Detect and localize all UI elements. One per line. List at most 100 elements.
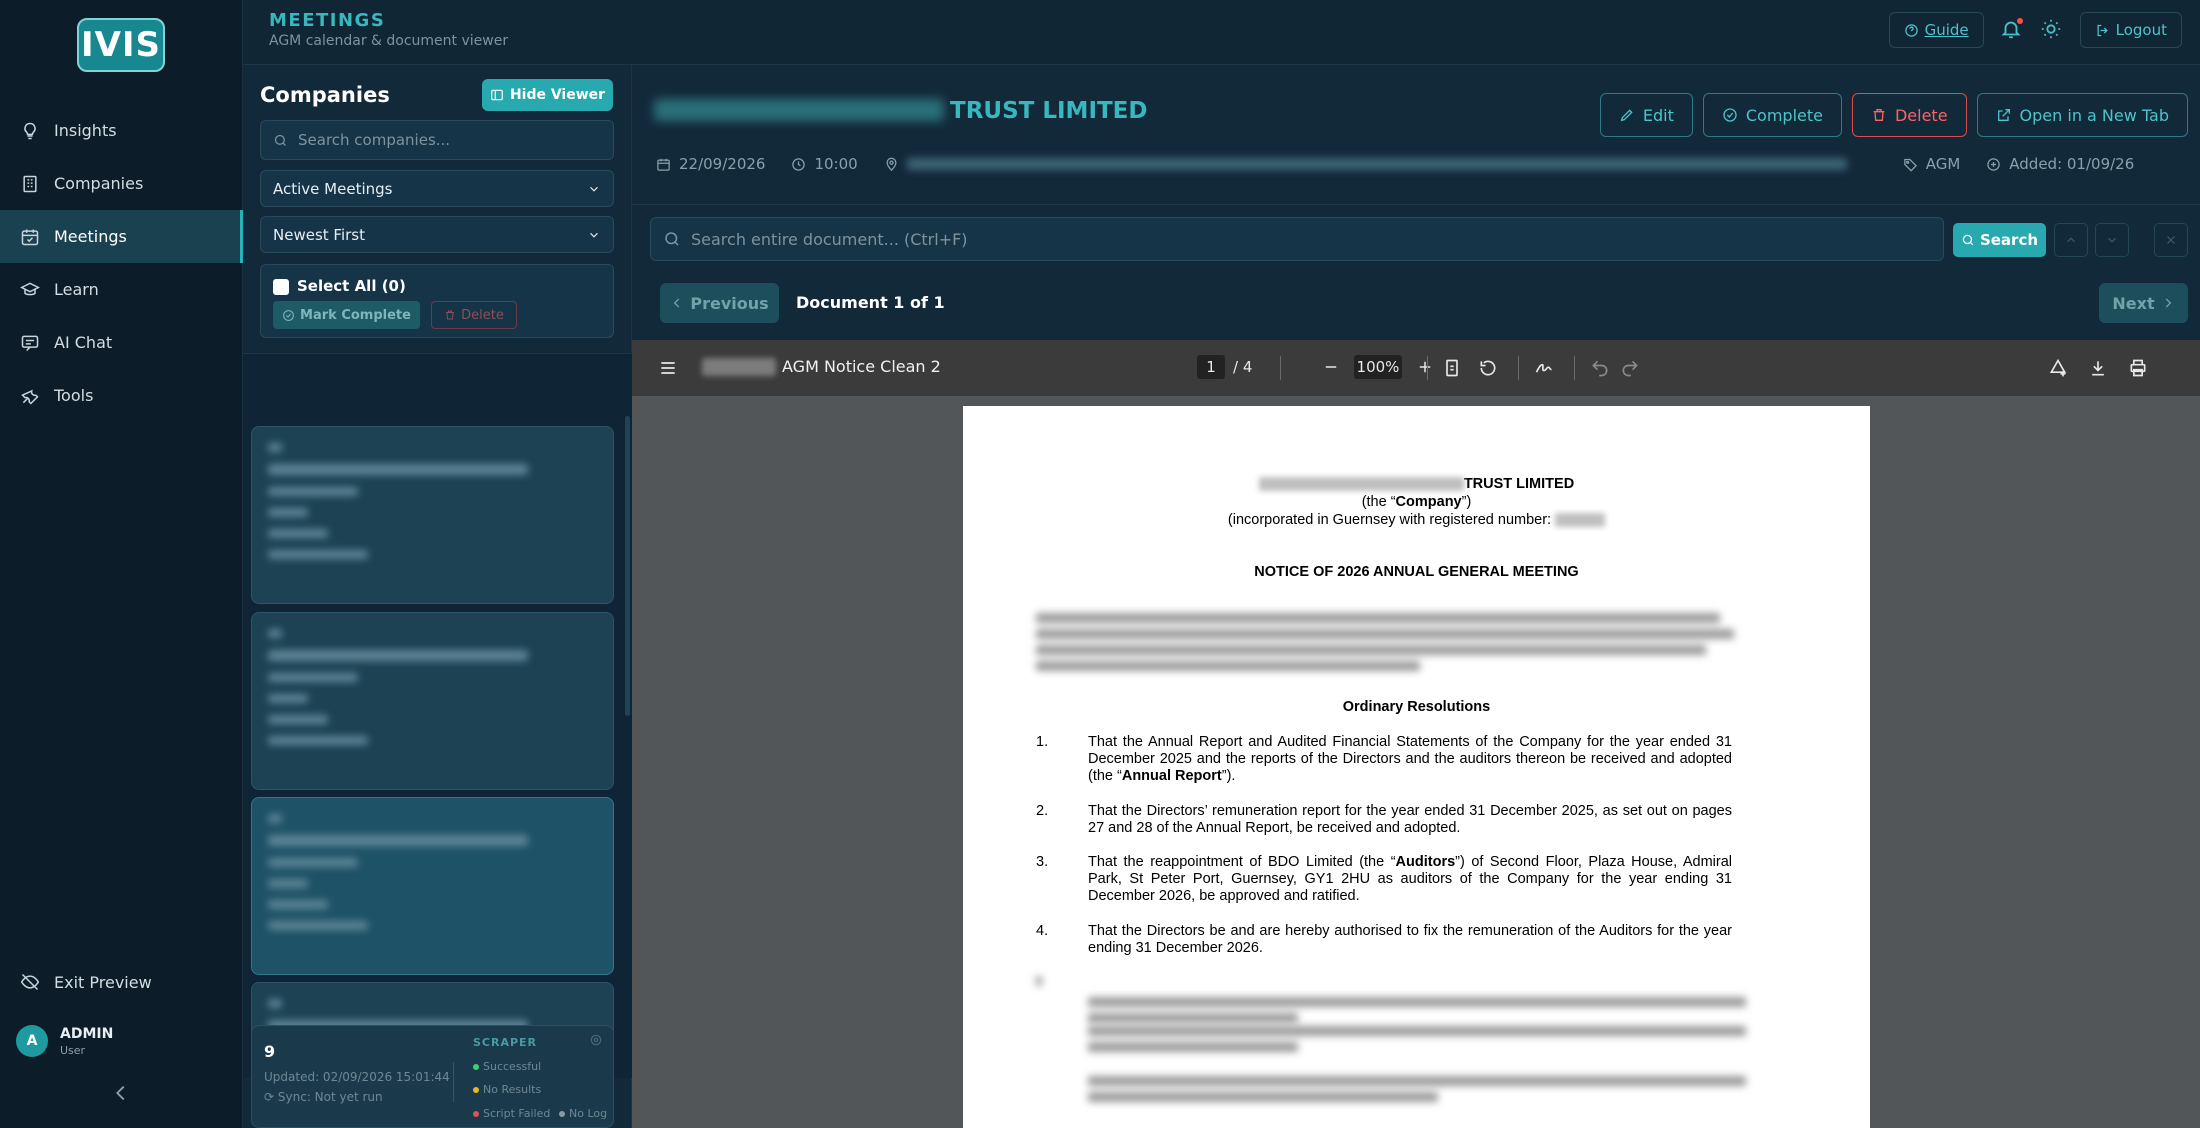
more-options-button[interactable] (2164, 358, 2184, 378)
pdf-toolbar: AGM Notice Clean 2 1 / 4 100% (632, 340, 2200, 396)
scraper-settings-button[interactable] (589, 1032, 603, 1046)
resolution-number: 3. (1036, 854, 1049, 870)
status-dot (559, 1110, 565, 1117)
companies-panel: Companies Hide Viewer Active Meetings Ne… (243, 65, 632, 1128)
list-item[interactable] (251, 426, 614, 604)
complete-button[interactable]: Complete (1702, 93, 1842, 137)
page-number-input[interactable]: 1 (1197, 355, 1225, 379)
exit-preview-button[interactable]: Exit Preview (20, 972, 152, 992)
pdf-menu-button[interactable] (658, 358, 678, 378)
collapse-sidebar-button[interactable] (110, 1082, 132, 1104)
rotate-button[interactable] (1478, 358, 1498, 378)
company-search-input[interactable] (298, 131, 598, 149)
checkbox[interactable] (273, 279, 289, 295)
sidebar-item-label: Learn (54, 280, 99, 299)
logout-icon (2097, 24, 2108, 36)
meeting-added: Added: 01/09/26 (1986, 155, 2134, 173)
edit-button[interactable]: Edit (1599, 93, 1693, 137)
resolution-text: That the reappointment of BDO Limited (t… (1088, 854, 1732, 905)
mark-complete-button[interactable]: Mark Complete (273, 301, 420, 329)
sidebar-item-meetings[interactable]: Meetings (0, 210, 243, 263)
page-total: / 4 (1233, 358, 1253, 376)
list-item[interactable] (251, 612, 614, 790)
zoom-level[interactable]: 100% (1354, 355, 1402, 379)
fit-page-button[interactable] (1442, 358, 1462, 378)
trash-icon (1873, 109, 1885, 121)
bulk-actions: Select All (0) Mark Complete Delete (260, 264, 614, 338)
search-button[interactable]: Search (1953, 223, 2046, 257)
select-all-checkbox[interactable]: Select All (0) (273, 277, 406, 295)
help-circle-icon (1904, 23, 1918, 37)
next-document-button[interactable]: Next (2099, 283, 2188, 323)
status-count: 9 (264, 1042, 276, 1061)
divider (1518, 356, 1519, 380)
previous-document-button[interactable]: Previous (660, 283, 779, 323)
scrollbar[interactable] (625, 416, 630, 716)
redacted-text (1555, 513, 1606, 528)
legend-label: Script Failed (483, 1107, 551, 1120)
page-title: MEETINGS (269, 10, 386, 31)
guide-button[interactable]: Guide (1888, 12, 1984, 48)
resolution-number: 2. (1036, 803, 1049, 819)
tag-icon (1903, 158, 1917, 172)
pdf-viewport[interactable]: TRUST LIMITED (the “Company”) (incorpora… (632, 396, 2200, 1128)
download-button[interactable] (2088, 358, 2108, 378)
meeting-meta: 22/09/2026 10:00 AGM Added: 01/09/26 (656, 155, 2160, 173)
hide-viewer-button[interactable]: Hide Viewer (482, 79, 613, 111)
sidebar-item-ai-chat[interactable]: AI Chat (0, 316, 243, 369)
search-icon (665, 232, 679, 246)
resolution-text-pre: That the Directors be and are hereby aut… (1088, 923, 1732, 956)
resolution-text: That the Annual Report and Audited Finan… (1088, 734, 1732, 785)
document-search-input[interactable] (691, 229, 1891, 249)
notifications-button[interactable] (2000, 18, 2024, 42)
redacted-location (906, 158, 1847, 170)
status-dot (473, 1086, 479, 1093)
trash-icon (446, 310, 455, 320)
theme-toggle-button[interactable] (2040, 18, 2064, 42)
status-updated: Updated: 02/09/2026 15:01:44 (264, 1070, 450, 1084)
user-profile[interactable]: A ADMIN User (16, 1025, 113, 1057)
draw-button[interactable] (1534, 358, 1554, 378)
legend-label: No Results (483, 1083, 542, 1096)
redacted-paragraph (1036, 1026, 1746, 1081)
bulk-delete-button[interactable]: Delete (431, 301, 517, 329)
status-sync-text: Sync: Not yet run (277, 1090, 383, 1104)
top-header: MEETINGS AGM calendar & document viewer … (243, 0, 2200, 65)
alias-pre: (the “ (1361, 494, 1396, 510)
ivis-logo[interactable]: IVIS (77, 18, 165, 72)
check-circle-icon (283, 309, 294, 321)
clear-search-button[interactable] (2154, 223, 2188, 257)
print-button[interactable] (2128, 358, 2148, 378)
divider (1574, 356, 1575, 380)
signature-icon (1535, 363, 1552, 373)
add-annotation-button[interactable] (2048, 358, 2068, 378)
page-subtitle: AGM calendar & document viewer (269, 33, 509, 49)
external-link-icon (1997, 109, 2010, 121)
previous-match-button[interactable] (2054, 223, 2088, 257)
sidebar-item-learn[interactable]: Learn (0, 263, 243, 316)
panel-icon (491, 89, 503, 101)
printer-icon (2130, 359, 2146, 377)
chevron-right-icon (2165, 298, 2171, 308)
sidebar-item-tools[interactable]: Tools (0, 369, 243, 422)
incorporation-text: (incorporated in Guernsey with registere… (1227, 512, 1552, 528)
undo-button[interactable] (1590, 358, 1610, 378)
sidebar-item-insights[interactable]: Insights (0, 104, 243, 157)
add-shape-icon (2049, 358, 2067, 377)
open-new-tab-label: Open in a New Tab (2019, 105, 2169, 125)
zoom-out-icon[interactable] (1322, 358, 1340, 376)
next-match-button[interactable] (2095, 223, 2129, 257)
company-search (260, 120, 614, 160)
legend-script-failed: Script Failed (473, 1107, 550, 1120)
sidebar-item-companies[interactable]: Companies (0, 157, 243, 210)
redo-button[interactable] (1620, 358, 1640, 378)
list-item[interactable] (251, 797, 614, 975)
zoom-in-icon[interactable] (1416, 358, 1434, 376)
open-new-tab-button[interactable]: Open in a New Tab (1976, 93, 2188, 137)
document-navigation: Previous Document 1 of 1 Next (632, 277, 2200, 337)
delete-button[interactable]: Delete (1851, 93, 1967, 137)
logout-button[interactable]: Logout (2079, 12, 2182, 48)
meetings-list (243, 353, 632, 1078)
sort-select[interactable]: Newest First (260, 216, 614, 253)
meeting-filter-select[interactable]: Active Meetings (260, 170, 614, 207)
